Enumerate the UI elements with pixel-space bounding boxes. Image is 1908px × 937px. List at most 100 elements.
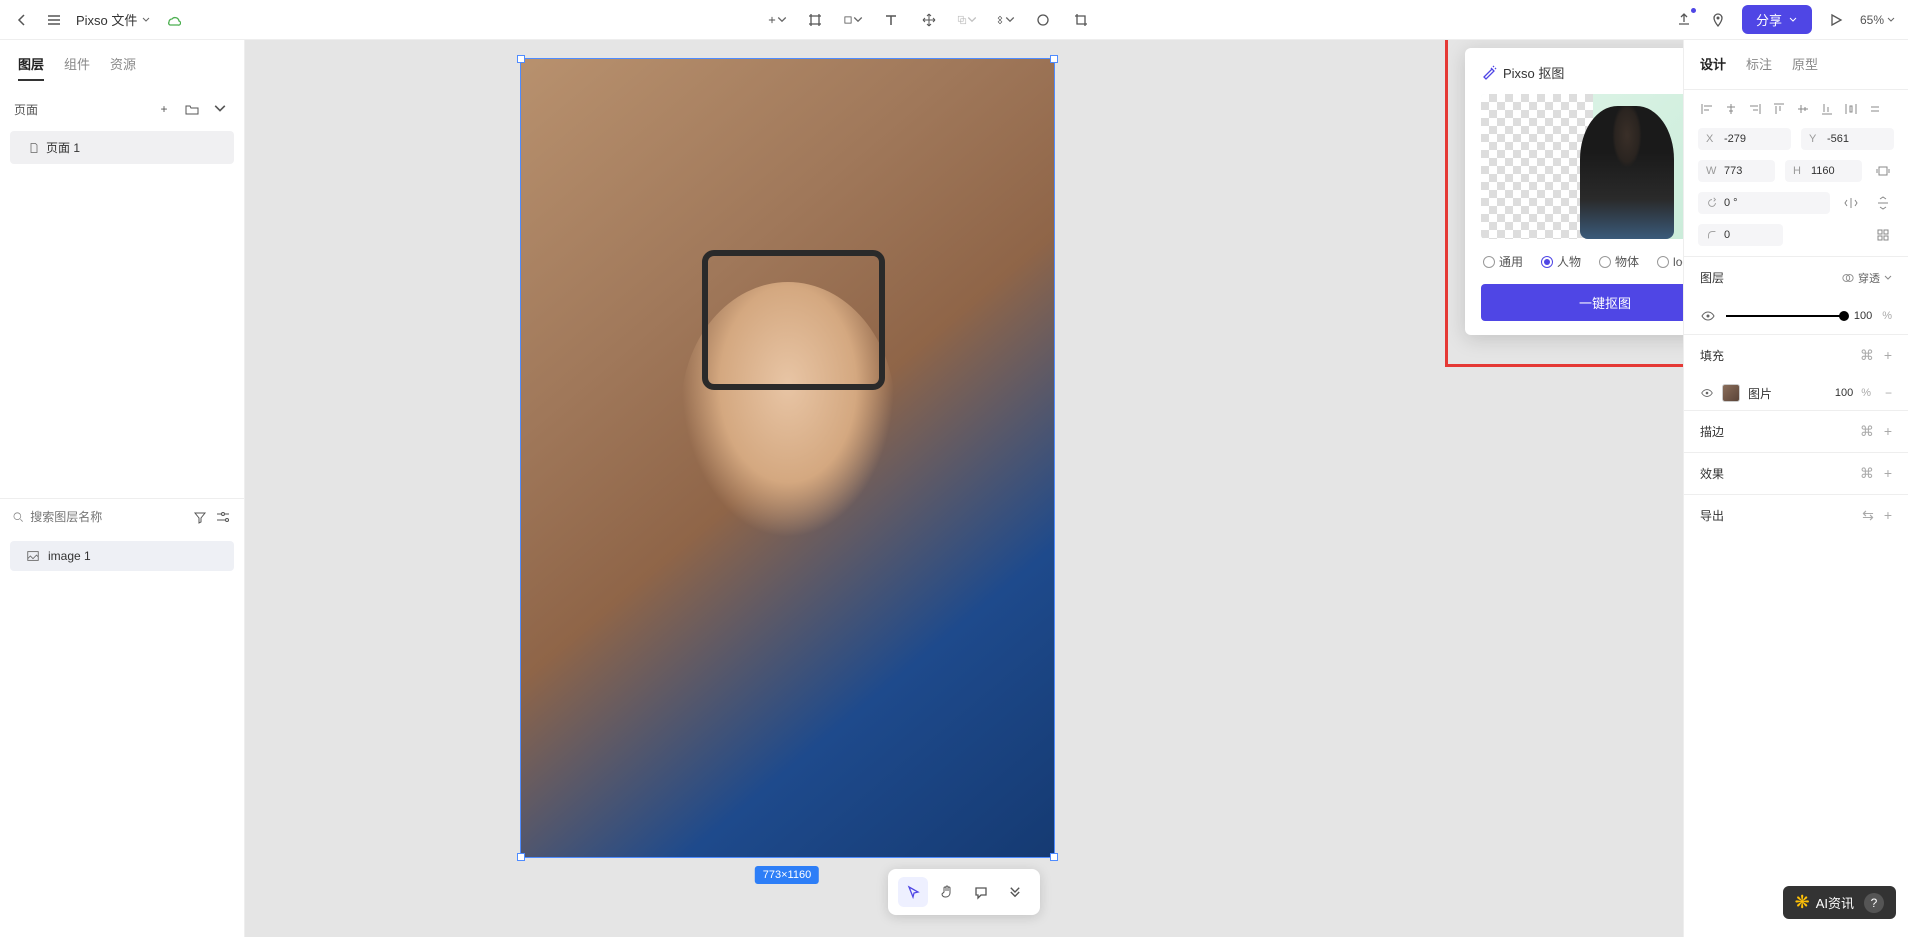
effect-section: 效果 ⌘ + bbox=[1684, 452, 1908, 494]
play-icon[interactable] bbox=[1826, 10, 1846, 30]
layer-search bbox=[0, 498, 244, 535]
pointer-tool-icon[interactable] bbox=[898, 877, 928, 907]
align-left-icon[interactable] bbox=[1698, 100, 1716, 118]
flip-v-icon[interactable] bbox=[1872, 192, 1894, 214]
move-tool-icon[interactable] bbox=[919, 10, 939, 30]
file-title[interactable]: Pixso 文件 bbox=[76, 10, 151, 29]
radio-logo[interactable]: logo bbox=[1657, 253, 1683, 270]
align-hcenter-icon[interactable] bbox=[1722, 100, 1740, 118]
radio-general[interactable]: 通用 bbox=[1483, 253, 1523, 270]
layer-item[interactable]: image 1 bbox=[10, 541, 234, 571]
radius-field[interactable]: 0 bbox=[1698, 224, 1783, 246]
fill-add-icon[interactable]: + bbox=[1884, 347, 1892, 364]
help-icon[interactable]: ? bbox=[1864, 893, 1884, 913]
radio-object[interactable]: 物体 bbox=[1599, 253, 1639, 270]
blend-mode-dropdown[interactable]: 穿透 bbox=[1842, 270, 1892, 286]
visibility-icon[interactable] bbox=[1700, 308, 1716, 324]
radio-person[interactable]: 人物 bbox=[1541, 253, 1581, 270]
align-vcenter-icon[interactable] bbox=[1794, 100, 1812, 118]
align-bottom-icon[interactable] bbox=[1818, 100, 1836, 118]
tab-prototype[interactable]: 原型 bbox=[1792, 54, 1818, 79]
fill-style-icon[interactable]: ⌘ bbox=[1860, 347, 1874, 364]
zoom-dropdown[interactable]: 65% bbox=[1860, 13, 1896, 27]
share-button-label: 分享 bbox=[1756, 10, 1782, 29]
page-item[interactable]: 页面 1 bbox=[10, 131, 234, 164]
stroke-style-icon[interactable]: ⌘ bbox=[1860, 423, 1874, 440]
opacity-slider[interactable] bbox=[1726, 315, 1844, 317]
h-field[interactable]: H1160 bbox=[1785, 160, 1862, 182]
hand-tool-icon[interactable] bbox=[932, 877, 962, 907]
page-collapse-icon[interactable] bbox=[210, 99, 230, 119]
selection-handle[interactable] bbox=[517, 55, 525, 63]
text-tool-icon[interactable] bbox=[881, 10, 901, 30]
frame-tool-icon[interactable] bbox=[805, 10, 825, 30]
canvas[interactable]: 773×1160 Pixso 抠图 通用 人物 物体 logo 一键抠图 bbox=[245, 40, 1683, 937]
align-more-icon[interactable] bbox=[1866, 100, 1884, 118]
radius-row: 0 bbox=[1684, 224, 1908, 256]
cutout-button[interactable]: 一键抠图 bbox=[1481, 284, 1683, 321]
selection-handle[interactable] bbox=[517, 853, 525, 861]
fill-item[interactable]: 图片 100 % − bbox=[1684, 376, 1908, 410]
export-settings-icon[interactable]: ⇆ bbox=[1862, 507, 1874, 524]
stroke-add-icon[interactable]: + bbox=[1884, 423, 1892, 440]
x-field[interactable]: X-279 bbox=[1698, 128, 1791, 150]
stroke-section: 描边 ⌘+ bbox=[1684, 410, 1908, 452]
align-right-icon[interactable] bbox=[1746, 100, 1764, 118]
rotation-field[interactable]: 0 ° bbox=[1698, 192, 1830, 214]
shape-tool-icon[interactable] bbox=[843, 10, 863, 30]
cloud-sync-icon[interactable] bbox=[163, 10, 183, 30]
selection-dimensions: 773×1160 bbox=[755, 866, 819, 884]
layer-search-input[interactable] bbox=[30, 510, 185, 524]
topbar-center-tools bbox=[183, 10, 1674, 30]
add-tool-icon[interactable] bbox=[767, 10, 787, 30]
page-name: 页面 1 bbox=[46, 139, 80, 156]
cutout-panel: Pixso 抠图 通用 人物 物体 logo 一键抠图 bbox=[1465, 48, 1683, 335]
component-tool-icon[interactable] bbox=[995, 10, 1015, 30]
tab-components[interactable]: 组件 bbox=[64, 54, 90, 81]
fill-swatch[interactable] bbox=[1722, 384, 1740, 402]
chevron-down-icon bbox=[1788, 15, 1798, 25]
ai-badge[interactable]: ❋ AI资讯 ? bbox=[1783, 886, 1896, 919]
align-top-icon[interactable] bbox=[1770, 100, 1788, 118]
tab-layers[interactable]: 图层 bbox=[18, 54, 44, 81]
layer-section-title: 图层 bbox=[1700, 269, 1724, 286]
w-field[interactable]: W773 bbox=[1698, 160, 1775, 182]
boolean-tool-icon[interactable] bbox=[957, 10, 977, 30]
effect-add-icon[interactable]: + bbox=[1884, 465, 1892, 482]
export-add-icon[interactable]: + bbox=[1884, 507, 1892, 524]
tab-inspect[interactable]: 标注 bbox=[1746, 54, 1772, 79]
location-icon[interactable] bbox=[1708, 10, 1728, 30]
cutout-mode-radios: 通用 人物 物体 logo bbox=[1481, 239, 1683, 284]
export-icon[interactable] bbox=[1674, 10, 1694, 30]
more-tools-icon[interactable] bbox=[1000, 877, 1030, 907]
align-tools bbox=[1684, 90, 1908, 128]
settings-icon[interactable] bbox=[215, 507, 232, 527]
menu-icon[interactable] bbox=[44, 10, 64, 30]
filter-icon[interactable] bbox=[191, 507, 208, 527]
fill-opacity[interactable]: 100 bbox=[1835, 387, 1853, 399]
tab-assets[interactable]: 资源 bbox=[110, 54, 136, 81]
ellipse-tool-icon[interactable] bbox=[1033, 10, 1053, 30]
comment-tool-icon[interactable] bbox=[966, 877, 996, 907]
radius-detail-icon[interactable] bbox=[1872, 224, 1894, 246]
fill-remove-icon[interactable]: − bbox=[1885, 386, 1892, 400]
add-page-icon[interactable]: + bbox=[154, 99, 174, 119]
cutout-preview bbox=[1481, 94, 1683, 239]
effect-style-icon[interactable]: ⌘ bbox=[1860, 465, 1874, 482]
back-icon[interactable] bbox=[12, 10, 32, 30]
flip-h-icon[interactable] bbox=[1840, 192, 1862, 214]
opacity-value[interactable]: 100 bbox=[1854, 310, 1872, 322]
selection-handle[interactable] bbox=[1050, 55, 1058, 63]
tab-design[interactable]: 设计 bbox=[1700, 54, 1726, 79]
crop-tool-icon[interactable] bbox=[1071, 10, 1091, 30]
effect-section-title: 效果 bbox=[1700, 465, 1724, 482]
lock-aspect-icon[interactable] bbox=[1872, 160, 1894, 182]
fill-label: 图片 bbox=[1748, 385, 1772, 402]
fill-section: 填充 ⌘+ bbox=[1684, 334, 1908, 376]
page-folder-icon[interactable] bbox=[182, 99, 202, 119]
distribute-icon[interactable] bbox=[1842, 100, 1860, 118]
share-button[interactable]: 分享 bbox=[1742, 5, 1812, 34]
selection-handle[interactable] bbox=[1050, 853, 1058, 861]
y-field[interactable]: Y-561 bbox=[1801, 128, 1894, 150]
visibility-icon[interactable] bbox=[1700, 386, 1714, 400]
